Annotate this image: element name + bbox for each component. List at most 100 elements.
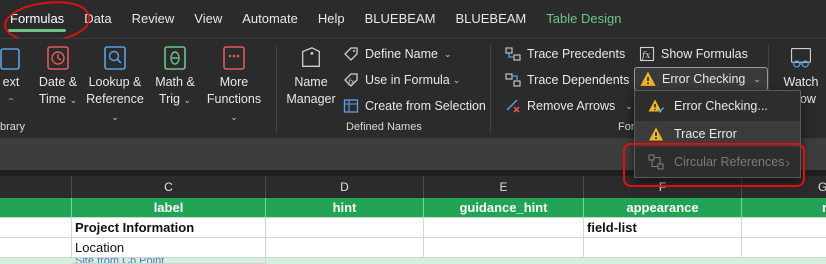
tab-data[interactable]: Data [74,0,121,38]
menu-item-trace-error[interactable]: Trace Error [635,121,800,147]
table-cell[interactable] [266,238,424,258]
create-from-selection-label: Create from Selection [365,99,486,113]
more-label-2-text: Functions [206,92,262,106]
text-icon [0,45,23,71]
table-cell[interactable]: Site from Cp Point [72,258,266,264]
column-header-f[interactable]: F [584,176,742,198]
tab-review[interactable]: Review [122,0,185,38]
formula-auditing-group-label: For [618,121,635,133]
tab-help[interactable]: Help [308,0,355,38]
define-name-label: Define Name [365,47,438,61]
name-manager-label-2: Manager [286,92,336,106]
trace-dependents-label: Trace Dependents [527,73,630,87]
table-row-partial: Site from Cp Point [0,258,826,264]
group-divider [276,45,277,133]
circular-reference-icon [647,153,665,171]
table-cell[interactable]: Location [72,238,266,258]
tab-formulas[interactable]: Formulas [0,0,74,38]
table-cell[interactable] [424,238,584,258]
error-checking-button[interactable]: Error Checking ⌄ [634,67,768,91]
trace-precedents-icon [504,45,522,63]
menu-item-circular-references-label: Circular References [674,155,785,169]
table-cell[interactable] [742,238,826,258]
show-formulas-label: Show Formulas [661,47,748,61]
defined-names-group-label: Defined Names [346,121,422,133]
table-cell[interactable]: Project Information [72,218,266,238]
table-cell[interactable] [742,218,826,238]
tag-icon [342,45,360,63]
table-header-hint[interactable]: hint [266,198,424,218]
tab-automate[interactable]: Automate [232,0,308,38]
lookup-label-2: Reference ⌄ [84,91,146,126]
table-header-label[interactable]: label [72,198,266,218]
table-cell[interactable] [584,238,742,258]
chevron-down-icon: ⌄ [111,112,119,122]
chevron-down-icon: ⌄ [452,74,461,85]
table-cell[interactable] [0,238,72,258]
column-header-c[interactable]: C [72,176,266,198]
trace-dependents-button[interactable]: Trace Dependents [504,69,629,91]
chevron-right-icon: › [785,154,790,170]
column-header-d[interactable]: D [266,176,424,198]
use-in-formula-button[interactable]: fx Use in Formula ⌄ [342,69,460,91]
lookup-label-2-text: Reference [86,92,144,106]
tab-view[interactable]: View [184,0,232,38]
warning-check-icon [647,97,665,115]
chevron-down-icon: ⌄ [183,95,192,105]
table-grid-icon [342,97,360,115]
table-header-required[interactable]: requ [742,198,826,218]
trace-precedents-button[interactable]: Trace Precedents [504,43,625,65]
show-formulas-button[interactable]: fx Show Formulas [638,43,748,65]
more-label-1: More [219,75,249,89]
function-icon: fx [342,71,360,89]
lookup-label-1: Lookup & [88,75,142,89]
trace-dependents-icon [504,71,522,89]
tab-table-design[interactable]: Table Design [536,0,631,38]
text-functions-button[interactable]: ext ~ [0,45,26,111]
table-header-appearance[interactable]: appearance [584,198,742,218]
clock-icon [46,45,70,71]
table-row: Location [0,238,826,258]
column-header-g[interactable]: G [742,176,826,198]
function-library-group-label: brary [0,121,26,133]
error-checking-label: Error Checking [662,72,746,86]
watch-label-1: Watch [783,75,819,89]
date-time-button[interactable]: Date & Time ⌄ [36,45,80,111]
table-cell[interactable] [0,218,72,238]
table-header-cell[interactable] [0,198,72,218]
column-header-e[interactable]: E [424,176,584,198]
svg-text:fx: fx [347,78,355,86]
math-label-1: Math & [155,75,195,89]
menu-item-error-checking[interactable]: Error Checking... [635,93,800,119]
menu-item-trace-error-label: Trace Error [674,127,737,141]
column-header-blank[interactable] [0,176,72,198]
more-label-2: Functions ⌄ [202,91,266,126]
theta-icon [163,45,187,71]
chevron-down-icon: ⌄ [625,100,633,111]
name-manager-button[interactable]: Name Manager [284,45,338,111]
math-label-2: Trig ⌄ [159,91,191,109]
name-manager-label-1: Name [294,75,328,89]
table-cell[interactable]: field-list [584,218,742,238]
date-time-label-2-text: Time [38,92,67,106]
chevron-down-icon: ⌄ [443,48,452,59]
menu-item-error-checking-label: Error Checking... [674,99,768,113]
create-from-selection-button[interactable]: Create from Selection [342,95,486,117]
remove-arrows-button[interactable]: Remove Arrows ⌄ [504,95,633,117]
more-functions-button[interactable]: More Functions ⌄ [202,45,266,122]
chevron-down-icon: ⌄ [753,73,761,84]
magnifier-icon [103,45,127,71]
date-time-label-2: Time ⌄ [39,91,77,109]
tab-bluebeam-2[interactable]: BLUEBEAM [445,0,536,38]
tab-bluebeam-1[interactable]: BLUEBEAM [355,0,446,38]
table-cell[interactable] [424,218,584,238]
show-formulas-icon: fx [638,45,656,63]
table-header-guidance-hint[interactable]: guidance_hint [424,198,584,218]
math-trig-button[interactable]: Math & Trig ⌄ [152,45,198,111]
lookup-reference-button[interactable]: Lookup & Reference ⌄ [84,45,146,122]
define-name-button[interactable]: Define Name ⌄ [342,43,452,65]
menu-item-circular-references[interactable]: Circular References › [635,149,800,175]
table-cell[interactable] [266,218,424,238]
remove-arrows-label: Remove Arrows [527,99,616,113]
glasses-icon [789,45,813,71]
